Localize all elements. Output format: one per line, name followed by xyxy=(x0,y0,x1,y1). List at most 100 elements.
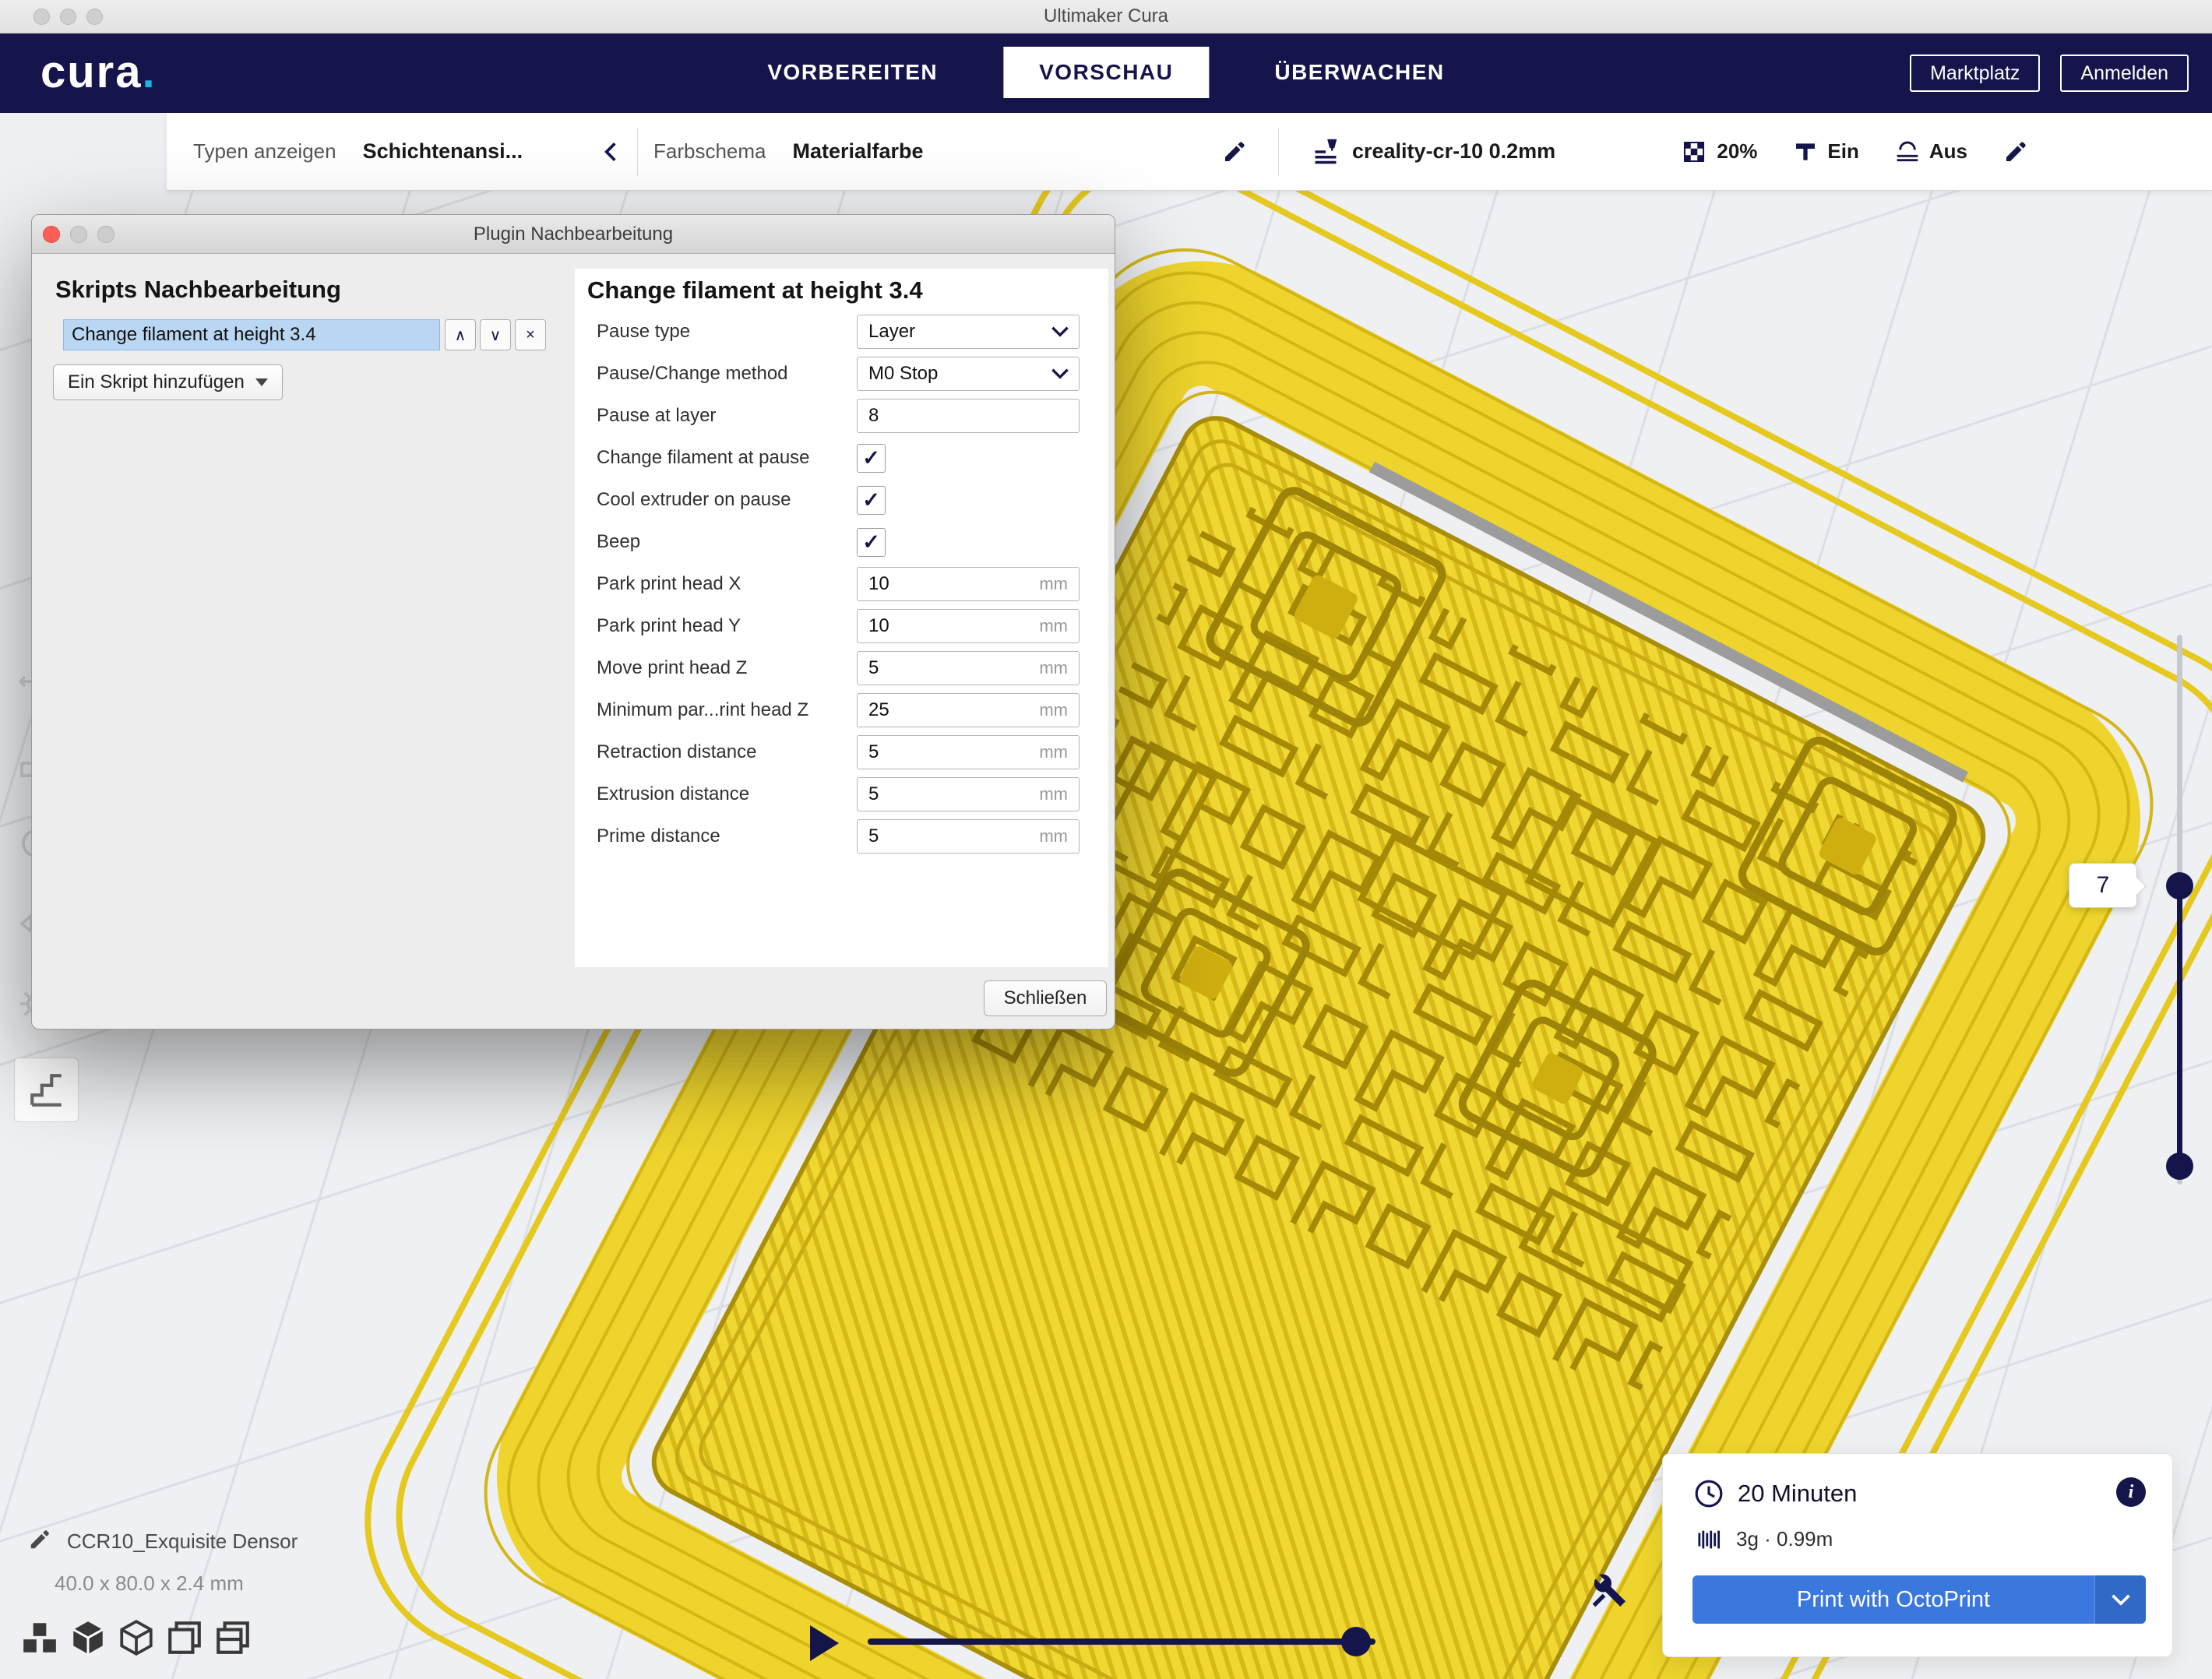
field-label: Pause type xyxy=(597,321,690,343)
edit-pencil-icon[interactable] xyxy=(1222,139,1247,164)
check-icon: ✓ xyxy=(862,488,880,512)
duplicate-documents-icon[interactable] xyxy=(213,1618,252,1657)
window-title: Ultimaker Cura xyxy=(1044,5,1168,27)
tab-prepare[interactable]: VORBEREITEN xyxy=(731,47,974,98)
unit-label: mm xyxy=(1039,616,1068,636)
info-icon[interactable]: i xyxy=(2116,1477,2146,1507)
tab-preview[interactable]: VORSCHAU xyxy=(1003,47,1209,98)
view-options-toolbar: Typen anzeigen Schichtenansi... Farbsche… xyxy=(167,113,2212,191)
cube-solid-icon[interactable] xyxy=(69,1618,107,1657)
cube-outline-icon[interactable] xyxy=(117,1618,156,1657)
logo-text: cura xyxy=(41,47,143,97)
model-name: CCR10_Exquisite Densor xyxy=(67,1529,298,1554)
check-icon: ✓ xyxy=(862,446,880,470)
simulation-slider-track[interactable] xyxy=(868,1639,1375,1645)
print-with-octoprint-button[interactable]: Print with OctoPrint xyxy=(1692,1575,2146,1624)
cura-logo: cura. xyxy=(41,46,157,98)
field-row: Retraction distance 5 mm xyxy=(575,731,1108,773)
change-filament-at-pause-checkbox[interactable]: ✓ xyxy=(857,444,886,473)
move-print-head-z-input[interactable]: 5 mm xyxy=(857,651,1080,685)
move-script-down-button[interactable]: ∨ xyxy=(480,319,511,350)
park-print-head-y-input[interactable]: 10 mm xyxy=(857,609,1080,643)
app-header: cura. VORBEREITEN VORSCHAU ÜBERWACHEN Ma… xyxy=(0,33,2212,113)
field-row: Minimum par...rint head Z 25 mm xyxy=(575,689,1108,731)
dialog-zoom-button[interactable] xyxy=(97,226,114,243)
rename-model-pencil-icon[interactable] xyxy=(28,1528,51,1551)
color-scheme-value[interactable]: Materialfarbe xyxy=(793,139,924,164)
field-label: Pause at layer xyxy=(597,405,716,427)
add-script-button[interactable]: Ein Skript hinzufügen xyxy=(53,364,283,400)
prime-distance-input[interactable]: 5 mm xyxy=(857,819,1080,854)
field-label: Move print head Z xyxy=(597,657,747,679)
simulation-slider-handle[interactable] xyxy=(1341,1627,1371,1656)
field-label: Extrusion distance xyxy=(597,783,749,805)
support-indicator[interactable]: Ein xyxy=(1793,139,1858,164)
layer-slider-top-handle[interactable] xyxy=(2166,872,2193,899)
support-value: Ein xyxy=(1827,139,1858,164)
beep-checkbox[interactable]: ✓ xyxy=(857,528,886,557)
active-script-item[interactable]: Change filament at height 3.4 xyxy=(63,319,440,350)
tab-monitor[interactable]: ÜBERWACHEN xyxy=(1238,47,1480,98)
field-label: Cool extruder on pause xyxy=(597,489,791,511)
input-value: 5 xyxy=(868,783,879,805)
minimum-park-print-head-z-input[interactable]: 25 mm xyxy=(857,693,1080,727)
adhesion-indicator[interactable]: Aus xyxy=(1895,139,1967,164)
field-row: Park print head X 10 mm xyxy=(575,563,1108,605)
infill-indicator[interactable]: 20% xyxy=(1681,139,1757,165)
marketplace-button[interactable]: Marktplatz xyxy=(1910,55,2040,92)
chevron-down-icon xyxy=(1051,363,1069,385)
script-settings-heading: Change filament at height 3.4 xyxy=(587,276,1108,304)
field-row: Beep ✓ xyxy=(575,521,1108,563)
layer-slider-range[interactable] xyxy=(2177,885,2182,1166)
copy-documents-icon[interactable] xyxy=(165,1618,204,1657)
field-row: Pause type Layer xyxy=(575,311,1108,353)
field-row: Extrusion distance 5 mm xyxy=(575,773,1108,815)
field-label: Retraction distance xyxy=(597,741,756,763)
field-row: Cool extruder on pause ✓ xyxy=(575,479,1108,521)
dialog-close-button[interactable] xyxy=(43,226,60,243)
print-options-chevron[interactable] xyxy=(2094,1575,2146,1624)
move-script-up-button[interactable]: ∧ xyxy=(445,319,476,350)
tools-wrench-icon[interactable] xyxy=(1589,1570,1629,1610)
pause-method-select[interactable]: M0 Stop xyxy=(857,357,1080,391)
dialog-minimize-button[interactable] xyxy=(70,226,87,243)
input-value: 8 xyxy=(868,405,879,427)
print-button-label: Print with OctoPrint xyxy=(1692,1575,2094,1624)
collapse-chevron-icon[interactable] xyxy=(604,141,617,163)
view-type-value[interactable]: Schichtenansi... xyxy=(363,139,523,164)
support-icon xyxy=(1793,139,1818,164)
pause-type-select[interactable]: Layer xyxy=(857,315,1080,349)
current-layer-tag[interactable]: 7 xyxy=(2069,863,2137,908)
field-row: Pause at layer 8 xyxy=(575,395,1108,437)
object-list-tile[interactable] xyxy=(14,1058,79,1122)
material-estimate-row: 3g · 0.99m xyxy=(1697,1527,1833,1551)
material-estimate: 3g · 0.99m xyxy=(1736,1527,1833,1551)
edit-settings-pencil-icon[interactable] xyxy=(2003,139,2028,164)
dialog-close-action-button[interactable]: Schließen xyxy=(984,980,1107,1016)
field-row: Pause/Change method M0 Stop xyxy=(575,353,1108,395)
stage-tabs: VORBEREITEN VORSCHAU ÜBERWACHEN xyxy=(731,47,1480,98)
field-label: Pause/Change method xyxy=(597,363,788,385)
pause-at-layer-input[interactable]: 8 xyxy=(857,399,1080,433)
extrusion-distance-input[interactable]: 5 mm xyxy=(857,777,1080,811)
minimize-window-button[interactable] xyxy=(60,9,76,25)
dialog-titlebar[interactable]: Plugin Nachbearbeitung xyxy=(32,215,1115,254)
unit-label: mm xyxy=(1039,742,1068,762)
print-time-estimate: 20 Minuten xyxy=(1738,1480,1857,1508)
cubes-cluster-icon[interactable] xyxy=(20,1618,59,1657)
dropdown-caret-icon xyxy=(255,378,268,386)
zoom-window-button[interactable] xyxy=(86,9,103,25)
print-estimate-panel: 20 Minuten i 3g · 0.99m Print with OctoP… xyxy=(1662,1453,2173,1657)
layer-slider-bottom-handle[interactable] xyxy=(2166,1153,2193,1180)
play-button[interactable] xyxy=(810,1625,839,1661)
signin-button[interactable]: Anmelden xyxy=(2060,55,2189,92)
retraction-distance-input[interactable]: 5 mm xyxy=(857,735,1080,769)
remove-script-button[interactable]: × xyxy=(515,319,546,350)
model-dimensions: 40.0 x 80.0 x 2.4 mm xyxy=(55,1572,244,1596)
check-icon: ✓ xyxy=(862,530,880,554)
printer-profile[interactable]: creality-cr-10 0.2mm xyxy=(1352,139,1555,164)
input-value: 5 xyxy=(868,825,879,847)
park-print-head-x-input[interactable]: 10 mm xyxy=(857,567,1080,601)
cool-extruder-checkbox[interactable]: ✓ xyxy=(857,486,886,515)
close-window-button[interactable] xyxy=(33,9,50,25)
